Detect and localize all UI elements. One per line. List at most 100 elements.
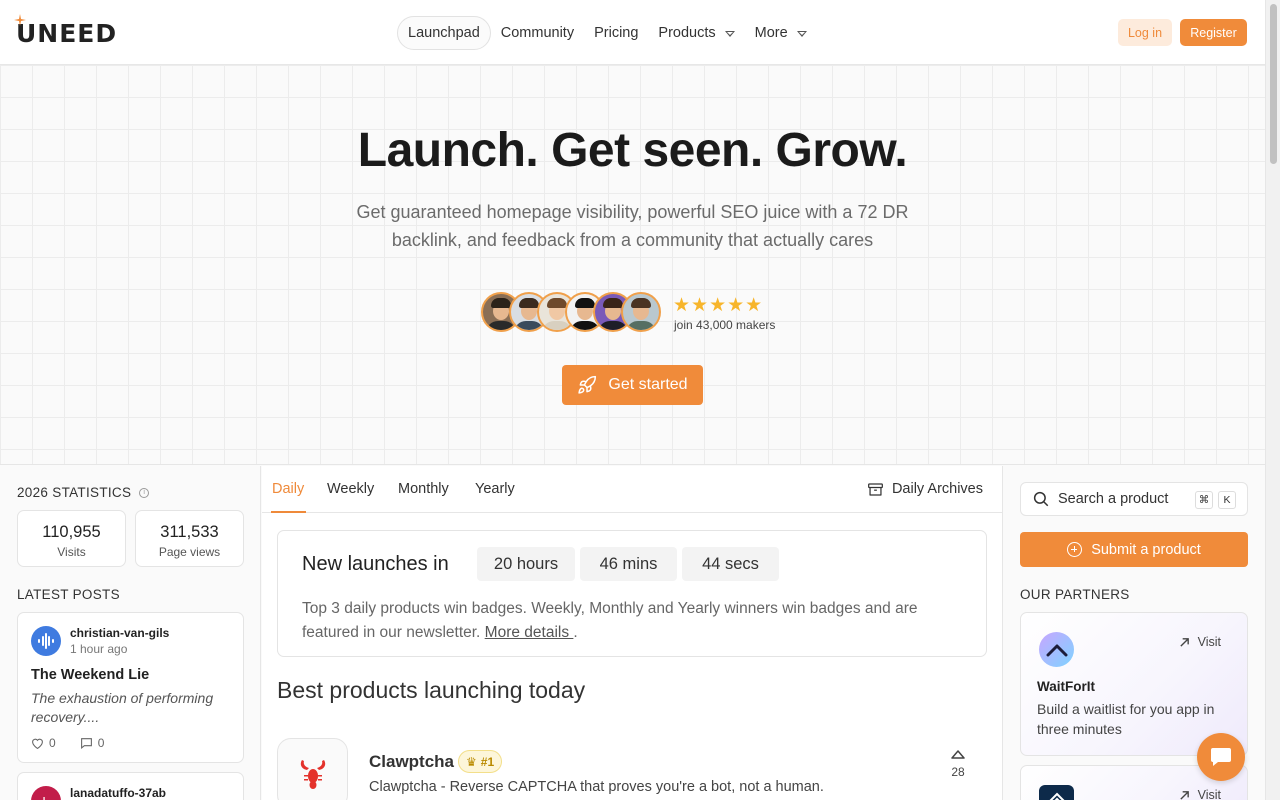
chat-widget-button[interactable]: [1197, 733, 1245, 781]
active-tab-indicator: [271, 511, 306, 513]
plus-circle-icon: [1067, 542, 1083, 557]
arrow-up-right-icon: [1179, 790, 1189, 800]
statistics-heading: 2026 STATISTICS i: [17, 485, 150, 500]
archives-label: Daily Archives: [891, 481, 983, 497]
visit-link[interactable]: Visit: [1179, 788, 1221, 800]
chevron-down-icon: [796, 31, 807, 37]
k-key: K: [1218, 491, 1236, 509]
post-time: 1 hour ago: [70, 642, 128, 656]
period-tabs: Daily Weekly Monthly Yearly Daily Archiv…: [262, 466, 1003, 513]
waveform-icon: [38, 633, 54, 649]
submit-label: Submit a product: [1091, 541, 1201, 558]
rank-badge: ♛ #1: [458, 750, 503, 773]
left-sidebar: 2026 STATISTICS i 110,955 Visits 311,533 …: [0, 466, 261, 800]
product-name[interactable]: Clawptcha: [369, 752, 454, 772]
statistics-title: 2026 STATISTICS: [17, 485, 132, 500]
nav-products-dropdown[interactable]: Products: [648, 16, 744, 50]
search-input[interactable]: Search a product ⌘ K: [1020, 482, 1248, 516]
tab-monthly[interactable]: Monthly: [398, 481, 449, 497]
chat-icon: [1211, 748, 1231, 766]
partner-description: Build a waitlist for you app in three mi…: [1037, 701, 1215, 737]
main-nav: Launchpad Community Pricing Products Mor…: [397, 16, 817, 50]
upvote-button[interactable]: 28: [940, 750, 976, 800]
period-text: .: [573, 624, 578, 641]
post-excerpt: The exhaustion of performing recovery...…: [31, 690, 214, 725]
partner-logo: [1039, 785, 1074, 800]
get-started-button[interactable]: Get started: [562, 365, 703, 405]
main-content: Daily Weekly Monthly Yearly Daily Archiv…: [262, 466, 1003, 800]
countdown-description-text: Top 3 daily products win badges. Weekly,…: [302, 600, 918, 641]
post-card[interactable]: christian-van-gils 1 hour ago The Weeken…: [17, 612, 244, 763]
post-title[interactable]: The Weekend Lie: [31, 667, 149, 683]
avatar: [31, 626, 61, 656]
hero-section: Launch. Get seen. Grow. Get guaranteed h…: [0, 65, 1265, 465]
visits-label: Visits: [57, 545, 86, 559]
post-card[interactable]: L lanadatuffo-37ab: [17, 772, 244, 800]
countdown-card: New launches in 20 hours 46 mins 44 secs…: [277, 530, 987, 657]
upvote-count: 28: [951, 765, 965, 779]
countdown-label: New launches in: [302, 553, 449, 575]
logo-text: UNEED: [16, 18, 118, 48]
rating-stars: ★★★★★: [673, 295, 764, 316]
pageviews-value: 311,533: [160, 523, 219, 541]
comment-icon: [80, 738, 92, 749]
nav-more-dropdown[interactable]: More: [745, 16, 817, 50]
product-description: Clawptcha - Reverse CAPTCHA that proves …: [369, 779, 824, 795]
scrollbar-thumb[interactable]: [1270, 4, 1277, 164]
post-author[interactable]: lanadatuffo-37ab: [70, 786, 166, 800]
post-author[interactable]: christian-van-gils: [70, 626, 169, 640]
tab-weekly[interactable]: Weekly: [327, 481, 374, 497]
visit-link[interactable]: Visit: [1179, 635, 1221, 649]
upvote-arrow-icon: [951, 750, 965, 759]
nav-label: Pricing: [594, 25, 639, 41]
comment-count: 0: [97, 736, 105, 750]
lobster-icon: [300, 759, 325, 789]
info-icon[interactable]: i: [139, 487, 150, 498]
get-started-label: Get started: [608, 376, 688, 393]
hero-title: Launch. Get seen. Grow.: [357, 124, 908, 177]
uneed-logo[interactable]: UNEED: [14, 14, 118, 48]
page-scrollbar[interactable]: [1265, 0, 1280, 800]
nav-pricing[interactable]: Pricing: [584, 16, 648, 50]
maker-avatars: [481, 292, 661, 332]
nav-label: Launchpad: [408, 25, 480, 41]
hero-subtitle: Get guaranteed homepage visibility, powe…: [356, 202, 909, 250]
best-products-heading: Best products launching today: [277, 677, 586, 703]
spark-icon: [14, 14, 26, 26]
avatar: L: [31, 786, 61, 800]
nav-launchpad[interactable]: Launchpad: [397, 16, 491, 50]
comment-button[interactable]: 0: [80, 736, 117, 750]
latest-posts-heading: LATEST POSTS: [17, 587, 120, 602]
product-row[interactable]: Clawptcha ♛ #1 Clawptcha - Reverse CAPTCH…: [277, 738, 987, 800]
countdown-mins: 46 mins: [580, 547, 677, 581]
arrow-up-right-icon: [1179, 637, 1189, 647]
search-icon: [1033, 491, 1049, 507]
post-meta: 0 0: [31, 736, 128, 750]
visit-label: Visit: [1197, 788, 1221, 800]
countdown-secs: 44 secs: [682, 547, 779, 581]
partner-name: WaitForIt: [1037, 679, 1095, 694]
countdown-hours: 20 hours: [477, 547, 575, 581]
submit-product-button[interactable]: Submit a product: [1020, 532, 1248, 567]
product-logo: [277, 738, 348, 800]
like-button[interactable]: 0: [31, 736, 68, 750]
visits-stat: 110,955 Visits: [17, 510, 126, 567]
diamond-icon: [1048, 792, 1065, 800]
avatar: [621, 292, 661, 332]
daily-archives-link[interactable]: Daily Archives: [867, 481, 983, 497]
tab-yearly[interactable]: Yearly: [475, 481, 515, 497]
heart-icon: [32, 738, 43, 749]
visit-label: Visit: [1197, 635, 1221, 649]
chevron-up-icon: [1046, 644, 1067, 656]
login-button[interactable]: Log in: [1118, 19, 1172, 46]
search-placeholder: Search a product: [1058, 491, 1169, 507]
rocket-icon: [578, 375, 597, 394]
top-header: UNEED Launchpad Community Pricing Produc…: [0, 0, 1265, 65]
more-details-link[interactable]: More details: [485, 624, 574, 641]
waitforit-logo: [1039, 632, 1074, 667]
nav-label: More: [754, 25, 788, 41]
register-button[interactable]: Register: [1180, 19, 1247, 46]
countdown-description: Top 3 daily products win badges. Weekly,…: [302, 597, 972, 645]
tab-daily[interactable]: Daily: [272, 481, 304, 497]
nav-community[interactable]: Community: [491, 16, 584, 50]
